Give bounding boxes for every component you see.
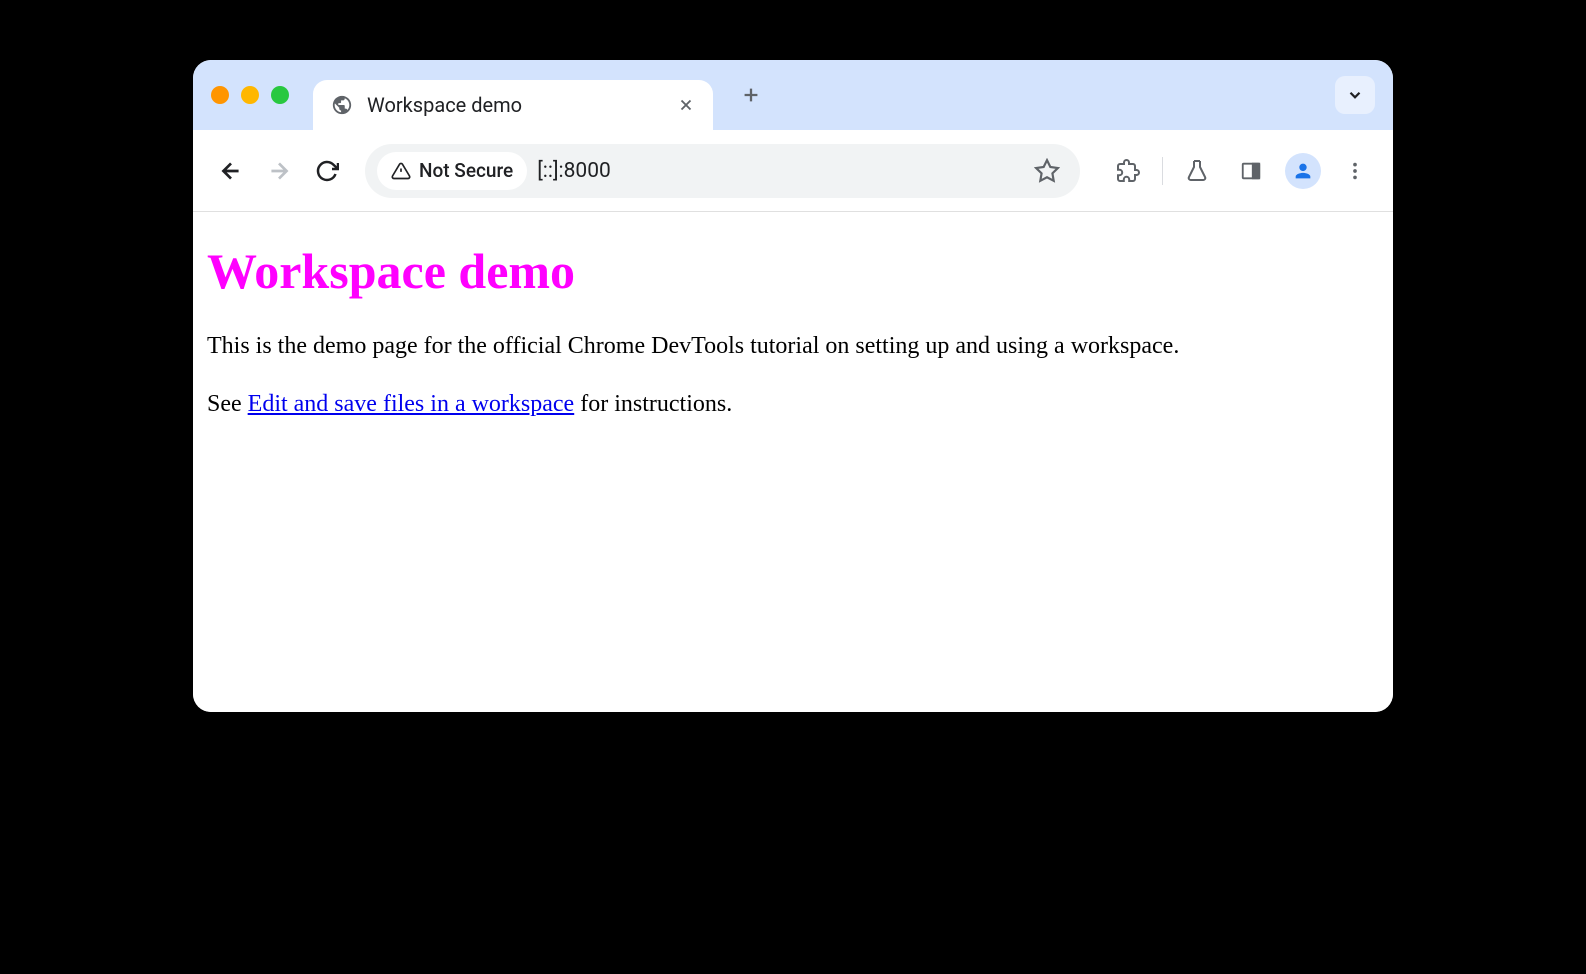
browser-tab[interactable]: Workspace demo bbox=[313, 80, 713, 130]
tutorial-link[interactable]: Edit and save files in a workspace bbox=[248, 391, 575, 417]
toolbar-actions bbox=[1108, 151, 1375, 191]
maximize-window-button[interactable] bbox=[271, 86, 289, 104]
page-heading: Workspace demo bbox=[207, 242, 1379, 300]
reload-button[interactable] bbox=[307, 151, 347, 191]
page-paragraph-1: This is the demo page for the official C… bbox=[207, 330, 1379, 364]
profile-button[interactable] bbox=[1285, 153, 1321, 189]
window-controls bbox=[211, 86, 289, 104]
browser-toolbar: Not Secure [::]:8000 bbox=[193, 130, 1393, 212]
bookmark-icon[interactable] bbox=[1034, 158, 1060, 184]
address-bar[interactable]: Not Secure [::]:8000 bbox=[365, 144, 1080, 198]
page-paragraph-2: See Edit and save files in a workspace f… bbox=[207, 388, 1379, 422]
forward-button[interactable] bbox=[259, 151, 299, 191]
close-tab-icon[interactable] bbox=[677, 96, 695, 114]
toolbar-divider bbox=[1162, 157, 1163, 185]
globe-icon bbox=[331, 94, 353, 116]
security-label: Not Secure bbox=[419, 159, 513, 182]
close-window-button[interactable] bbox=[211, 86, 229, 104]
warning-icon bbox=[391, 161, 411, 181]
tab-title: Workspace demo bbox=[367, 93, 663, 117]
text-suffix: for instructions. bbox=[574, 391, 732, 417]
menu-icon[interactable] bbox=[1335, 151, 1375, 191]
new-tab-button[interactable] bbox=[733, 77, 769, 113]
minimize-window-button[interactable] bbox=[241, 86, 259, 104]
text-prefix: See bbox=[207, 391, 248, 417]
url-text: [::]:8000 bbox=[537, 159, 1024, 183]
back-button[interactable] bbox=[211, 151, 251, 191]
labs-icon[interactable] bbox=[1177, 151, 1217, 191]
side-panel-icon[interactable] bbox=[1231, 151, 1271, 191]
extensions-icon[interactable] bbox=[1108, 151, 1148, 191]
tab-search-button[interactable] bbox=[1335, 76, 1375, 114]
tab-bar: Workspace demo bbox=[193, 60, 1393, 130]
page-content: Workspace demo This is the demo page for… bbox=[193, 212, 1393, 712]
browser-window: Workspace demo Not Secure bbox=[193, 60, 1393, 712]
security-status-chip[interactable]: Not Secure bbox=[377, 152, 527, 190]
